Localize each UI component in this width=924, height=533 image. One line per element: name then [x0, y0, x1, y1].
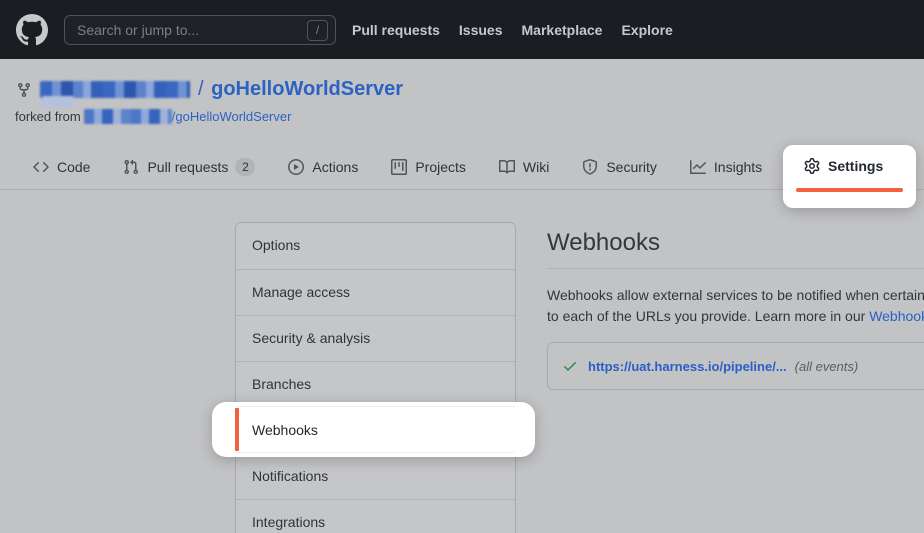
graph-icon	[690, 159, 706, 175]
tab-label: Wiki	[523, 159, 549, 175]
tab-label: Actions	[312, 159, 358, 175]
book-icon	[499, 159, 515, 175]
pull-request-count-badge: 2	[235, 158, 255, 176]
forked-from-row: forked from /goHelloWorldServer	[15, 109, 291, 124]
tab-label: Insights	[714, 159, 762, 175]
description-text: to each of the URLs you provide. Learn m…	[547, 308, 869, 324]
gear-icon	[804, 158, 820, 174]
nav-marketplace[interactable]: Marketplace	[522, 22, 603, 38]
description-line-1: Webhooks allow external services to be n…	[547, 285, 924, 306]
shield-icon	[582, 159, 598, 175]
repo-name-link[interactable]: goHelloWorldServer	[211, 78, 403, 100]
tab-settings[interactable]: Settings	[804, 158, 883, 174]
webhooks-settings-panel: Webhooks Webhooks allow external service…	[547, 222, 924, 390]
webhooks-description: Webhooks allow external services to be n…	[547, 285, 924, 327]
pull-request-icon	[123, 159, 139, 175]
repo-tab-bar: Code Pull requests 2 Actions Projects Wi…	[33, 149, 762, 185]
search-input[interactable]	[65, 16, 335, 44]
tab-code[interactable]: Code	[33, 159, 90, 175]
repo-separator: /	[198, 78, 204, 100]
tab-label: Code	[57, 159, 90, 175]
censored-fragment	[42, 96, 74, 107]
sidebar-item-options[interactable]: Options	[236, 223, 515, 269]
webhooks-guide-link[interactable]: Webhooks Guide.	[869, 308, 924, 324]
selected-tab-underline	[796, 188, 903, 192]
webhook-events-label: (all events)	[795, 359, 859, 374]
repo-title-row: / goHelloWorldServer	[16, 78, 403, 101]
webhook-list-item: https://uat.harness.io/pipeline/... (all…	[547, 342, 924, 390]
nav-pull-requests[interactable]: Pull requests	[352, 22, 440, 38]
tab-insights[interactable]: Insights	[690, 159, 762, 175]
tab-label: Settings	[828, 158, 883, 174]
play-icon	[288, 159, 304, 175]
tab-actions[interactable]: Actions	[288, 159, 358, 175]
webhook-url-link[interactable]: https://uat.harness.io/pipeline/...	[588, 359, 787, 374]
repo-title: / goHelloWorldServer	[196, 78, 403, 101]
tab-label: Pull requests	[147, 159, 228, 175]
settings-sidebar-menu: Options Manage access Security & analysi…	[235, 222, 516, 533]
sidebar-item-webhooks[interactable]: Webhooks	[235, 406, 515, 453]
sidebar-item-manage-access[interactable]: Manage access	[236, 269, 515, 315]
tab-pull-requests[interactable]: Pull requests 2	[123, 158, 255, 176]
project-icon	[391, 159, 407, 175]
settings-tab-spotlight: Settings	[783, 145, 916, 208]
page-title: Webhooks	[547, 222, 924, 258]
tab-label: Projects	[415, 159, 466, 175]
sidebar-item-label: Webhooks	[235, 422, 318, 438]
sidebar-item-integrations[interactable]: Integrations	[236, 499, 515, 533]
repo-forked-icon	[16, 82, 32, 98]
global-header: / Pull requests Issues Marketplace Explo…	[0, 0, 924, 59]
github-settings-page: { "header": { "search_placeholder": "Sea…	[0, 0, 924, 533]
tab-wiki[interactable]: Wiki	[499, 159, 549, 175]
nav-issues[interactable]: Issues	[459, 22, 503, 38]
check-icon	[562, 358, 578, 374]
github-logo-icon[interactable]	[16, 14, 48, 46]
sidebar-item-branches[interactable]: Branches	[236, 361, 515, 407]
sidebar-item-notifications[interactable]: Notifications	[236, 453, 515, 499]
tab-projects[interactable]: Projects	[391, 159, 466, 175]
tab-label: Security	[606, 159, 657, 175]
header-nav: Pull requests Issues Marketplace Explore	[352, 22, 673, 38]
selected-item-bar	[235, 408, 239, 451]
tab-security[interactable]: Security	[582, 159, 657, 175]
description-line-2: to each of the URLs you provide. Learn m…	[547, 306, 924, 327]
webhooks-item-spotlight: Webhooks	[212, 402, 535, 457]
slash-shortcut-key: /	[307, 20, 328, 41]
title-divider	[547, 268, 924, 269]
sidebar-item-security-analysis[interactable]: Security & analysis	[236, 315, 515, 361]
upstream-repo-link[interactable]: /goHelloWorldServer	[172, 109, 292, 124]
nav-explore[interactable]: Explore	[621, 22, 672, 38]
global-search: /	[64, 15, 336, 45]
censored-upstream-owner	[84, 109, 172, 124]
code-icon	[33, 159, 49, 175]
forked-from-label: forked from	[15, 109, 81, 124]
